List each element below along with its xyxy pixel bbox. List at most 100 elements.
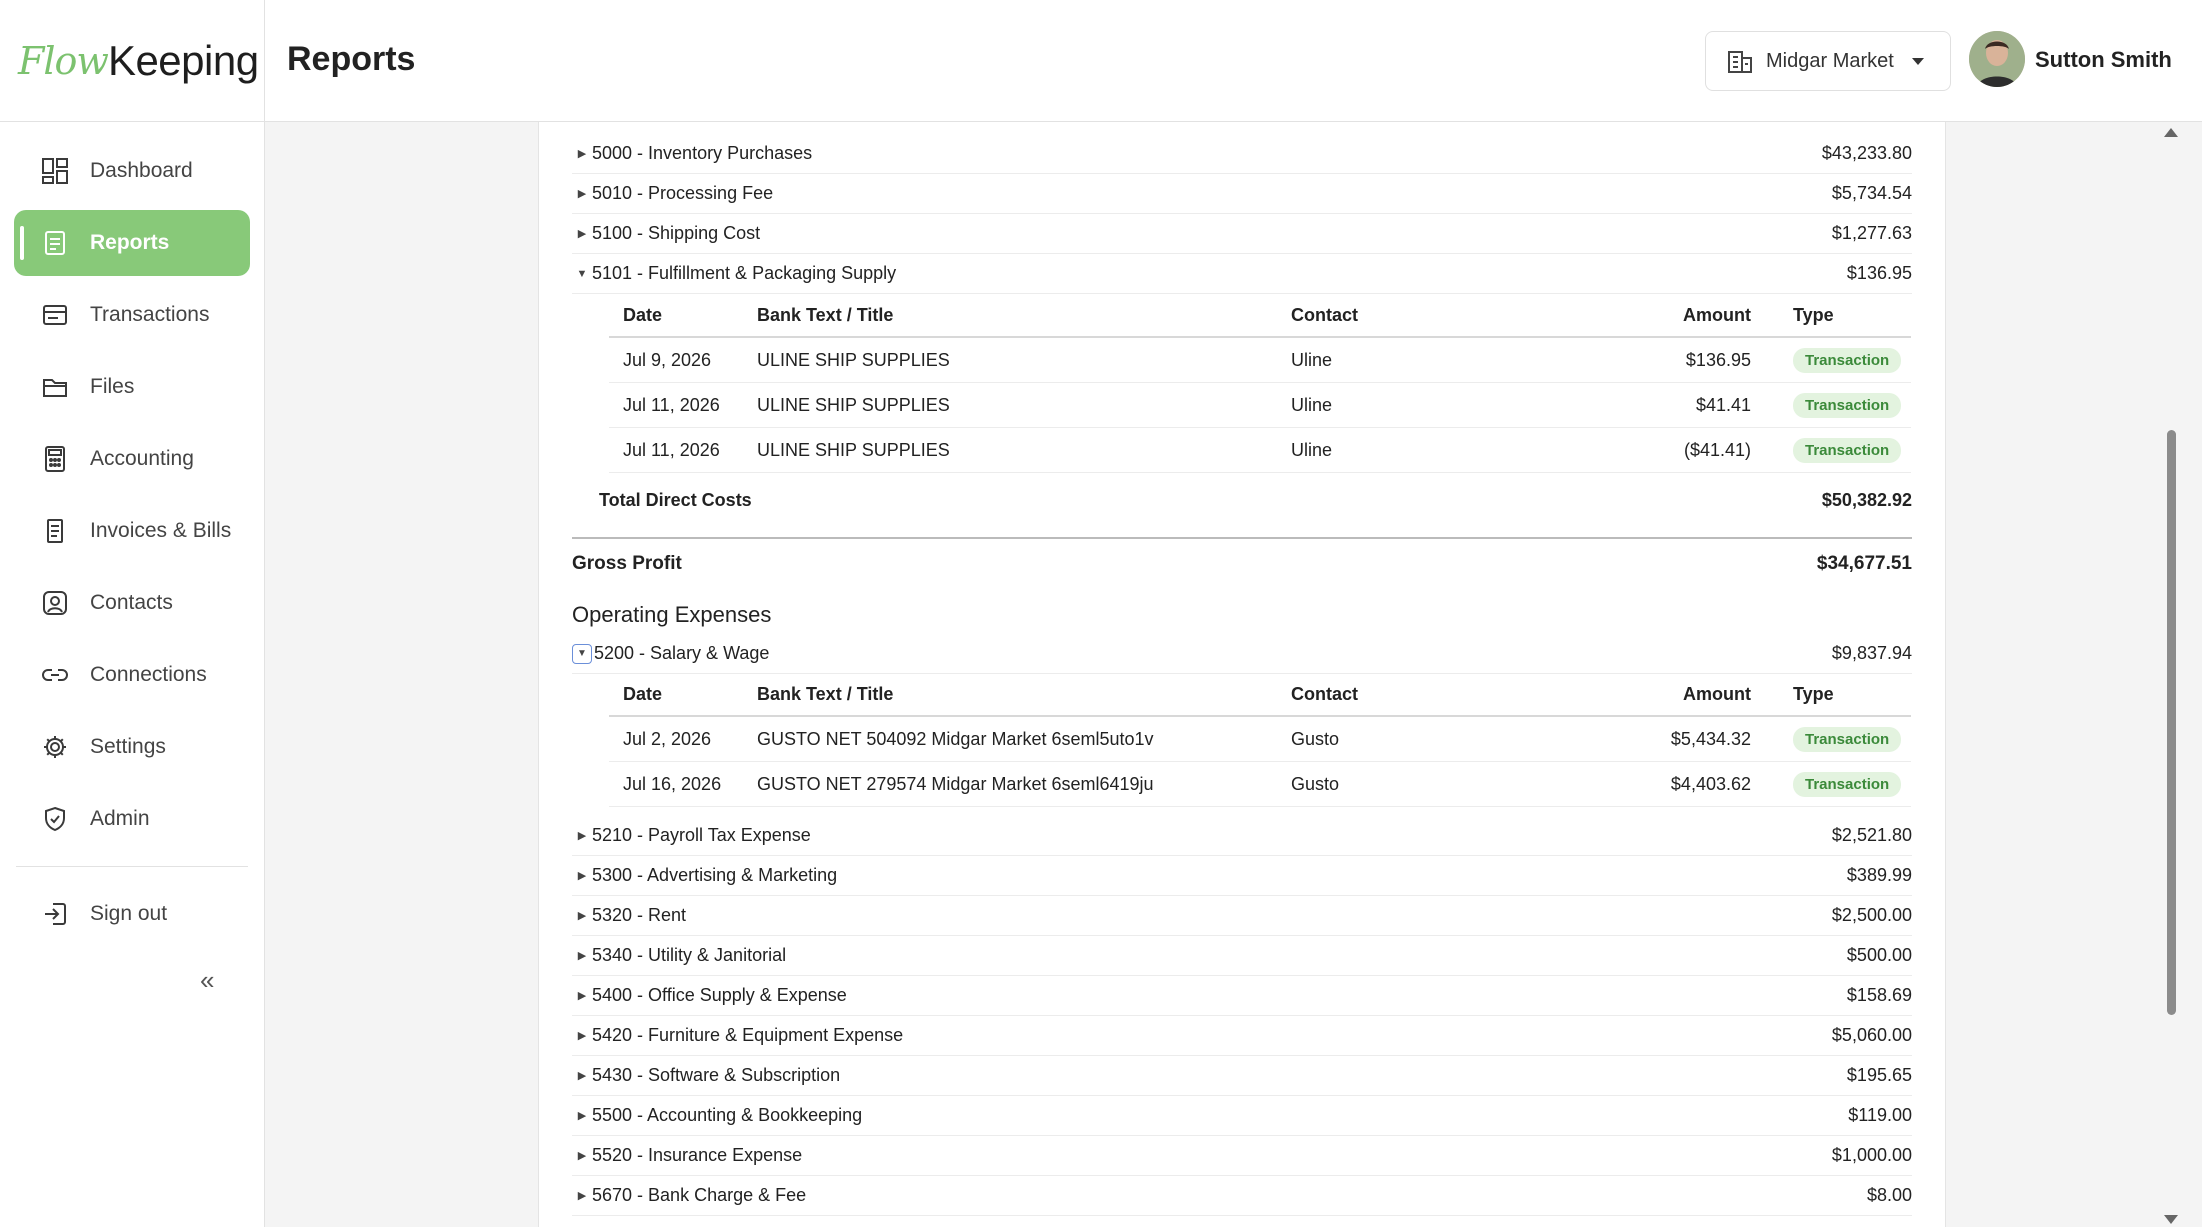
type-badge: Transaction: [1793, 726, 1902, 752]
cell-date: Jul 11, 2026: [623, 394, 720, 415]
account-row-5430[interactable]: ▶ 5430 - Software & Subscription $195.65: [572, 1056, 1912, 1096]
cell-date: Jul 11, 2026: [623, 439, 720, 460]
expand-arrow-icon[interactable]: ▶: [572, 1189, 592, 1202]
sidebar-item-accounting[interactable]: Accounting: [14, 426, 250, 492]
account-row-5670[interactable]: ▶ 5670 - Bank Charge & Fee $8.00: [572, 1176, 1912, 1216]
account-row-5500[interactable]: ▶ 5500 - Accounting & Bookkeeping $119.0…: [572, 1096, 1912, 1136]
cell-bank-text: ULINE SHIP SUPPLIES: [757, 349, 950, 370]
expand-arrow-icon[interactable]: ▶: [572, 829, 592, 842]
account-amount: $195.65: [1846, 1065, 1912, 1085]
table-row[interactable]: Jul 16, 2026 GUSTO NET 279574 Midgar Mar…: [609, 762, 1911, 807]
table-row[interactable]: Jul 2, 2026 GUSTO NET 504092 Midgar Mark…: [609, 717, 1911, 762]
building-icon: [1728, 51, 1752, 73]
scroll-up-arrow-icon[interactable]: [2164, 128, 2178, 137]
expand-arrow-icon[interactable]: ▶: [572, 869, 592, 882]
gross-profit-amount: $34,677.51: [1816, 553, 1912, 574]
sidebar-item-label: Contacts: [90, 591, 173, 614]
col-contact[interactable]: Contact: [1291, 305, 1551, 326]
account-label: 5300 - Advertising & Marketing: [592, 865, 838, 885]
company-selector[interactable]: Midgar Market: [1705, 31, 1951, 91]
section-title-operating: Operating Expenses: [572, 602, 772, 627]
expand-arrow-icon[interactable]: ▶: [572, 187, 592, 200]
expand-arrow-icon[interactable]: ▶: [572, 1069, 592, 1082]
calculator-icon: [40, 444, 70, 474]
account-row-5210[interactable]: ▶ 5210 - Payroll Tax Expense $2,521.80: [572, 816, 1912, 856]
cell-bank-text: GUSTO NET 279574 Midgar Market 6seml6419…: [757, 773, 1154, 794]
sidebar-item-transactions[interactable]: Transactions: [14, 282, 250, 348]
sidebar-item-admin[interactable]: Admin: [14, 786, 250, 852]
account-label: 5420 - Furniture & Equipment Expense: [592, 1025, 904, 1045]
col-contact[interactable]: Contact: [1291, 684, 1551, 705]
table-row[interactable]: Jul 9, 2026 ULINE SHIP SUPPLIES Uline $1…: [609, 338, 1911, 383]
account-row-5320[interactable]: ▶ 5320 - Rent $2,500.00: [572, 896, 1912, 936]
account-label: 5320 - Rent: [592, 905, 687, 925]
col-date[interactable]: Date: [609, 305, 757, 326]
col-date[interactable]: Date: [609, 684, 757, 705]
sidebar-item-invoices-bills[interactable]: Invoices & Bills: [14, 498, 250, 564]
avatar[interactable]: [1969, 31, 2025, 87]
expand-arrow-icon[interactable]: ▶: [572, 989, 592, 1002]
scroll-down-arrow-icon[interactable]: [2164, 1215, 2178, 1224]
account-amount: $1,277.63: [1831, 223, 1912, 243]
scrollbar-thumb[interactable]: [2167, 430, 2176, 1015]
collapse-arrow-icon[interactable]: ▼: [572, 643, 592, 664]
expand-arrow-icon[interactable]: ▶: [572, 147, 592, 160]
col-amount[interactable]: Amount: [1551, 305, 1751, 326]
account-row-5520[interactable]: ▶ 5520 - Insurance Expense $1,000.00: [572, 1136, 1912, 1176]
cell-amount: ($41.41): [1683, 439, 1751, 460]
account-row-5420[interactable]: ▶ 5420 - Furniture & Equipment Expense $…: [572, 1016, 1912, 1056]
expand-arrow-icon[interactable]: ▶: [572, 909, 592, 922]
account-label: 5010 - Processing Fee: [592, 183, 774, 203]
report-panel: ▶ 5000 - Inventory Purchases $43,233.80 …: [538, 122, 1946, 1227]
account-label: 5200 - Salary & Wage: [594, 643, 770, 663]
expand-arrow-icon[interactable]: ▶: [572, 227, 592, 240]
col-bank-text[interactable]: Bank Text / Title: [757, 305, 1291, 326]
sidebar-item-connections[interactable]: Connections: [14, 642, 250, 708]
account-label: 5101 - Fulfillment & Packaging Supply: [592, 263, 897, 283]
sign-out-button[interactable]: Sign out: [14, 881, 250, 947]
sidebar-item-files[interactable]: Files: [14, 354, 250, 420]
account-row-5400[interactable]: ▶ 5400 - Office Supply & Expense $158.69: [572, 976, 1912, 1016]
shield-icon: [40, 804, 70, 834]
account-row-5300[interactable]: ▶ 5300 - Advertising & Marketing $389.99: [572, 856, 1912, 896]
expand-arrow-icon[interactable]: ▶: [572, 1109, 592, 1122]
cell-contact: Gusto: [1291, 728, 1340, 749]
table-row[interactable]: Jul 11, 2026 ULINE SHIP SUPPLIES Uline $…: [609, 383, 1911, 428]
expand-arrow-icon[interactable]: ▶: [572, 949, 592, 962]
account-label: 5500 - Accounting & Bookkeeping: [592, 1105, 863, 1125]
account-amount: $119.00: [1848, 1105, 1912, 1125]
dashboard-icon: [40, 156, 70, 186]
expand-arrow-icon[interactable]: ▶: [572, 1029, 592, 1042]
transactions-table-header: Date Bank Text / Title Contact Amount Ty…: [609, 294, 1911, 338]
col-bank-text[interactable]: Bank Text / Title: [757, 684, 1291, 705]
collapse-arrow-icon[interactable]: ▼: [572, 268, 592, 280]
col-type[interactable]: Type: [1751, 305, 1911, 326]
link-icon: [40, 660, 70, 690]
col-amount[interactable]: Amount: [1551, 684, 1751, 705]
account-amount: $158.69: [1846, 985, 1912, 1005]
sidebar-item-reports[interactable]: Reports: [14, 210, 250, 276]
company-name: Midgar Market: [1766, 49, 1894, 72]
account-amount: $43,233.80: [1821, 143, 1912, 163]
sidebar-item-dashboard[interactable]: Dashboard: [14, 138, 250, 204]
table-row[interactable]: Jul 11, 2026 ULINE SHIP SUPPLIES Uline (…: [609, 428, 1911, 473]
account-row-5340[interactable]: ▶ 5340 - Utility & Janitorial $500.00: [572, 936, 1912, 976]
logo[interactable]: Flow Keeping: [0, 0, 264, 122]
expand-arrow-icon[interactable]: ▶: [572, 1149, 592, 1162]
account-row-5200[interactable]: ▼ 5200 - Salary & Wage $9,837.94: [572, 634, 1912, 674]
sidebar-item-contacts[interactable]: Contacts: [14, 570, 250, 636]
account-row-5010[interactable]: ▶ 5010 - Processing Fee $5,734.54: [572, 174, 1912, 214]
col-type[interactable]: Type: [1751, 684, 1911, 705]
total-amount: $50,382.92: [1821, 489, 1912, 510]
collapse-sidebar-button[interactable]: «: [200, 965, 214, 996]
account-row-5101[interactable]: ▼ 5101 - Fulfillment & Packaging Supply …: [572, 254, 1912, 294]
gross-profit-row: Gross Profit $34,677.51: [572, 537, 1912, 589]
cell-date: Jul 9, 2026: [623, 349, 712, 370]
account-row-5100[interactable]: ▶ 5100 - Shipping Cost $1,277.63: [572, 214, 1912, 254]
sidebar-item-settings[interactable]: Settings: [14, 714, 250, 780]
account-label: 5670 - Bank Charge & Fee: [592, 1185, 807, 1205]
account-amount: $9,837.94: [1831, 643, 1912, 663]
account-amount: $1,000.00: [1831, 1145, 1912, 1165]
user-name[interactable]: Sutton Smith: [2035, 47, 2172, 73]
account-row-5000[interactable]: ▶ 5000 - Inventory Purchases $43,233.80: [572, 134, 1912, 174]
